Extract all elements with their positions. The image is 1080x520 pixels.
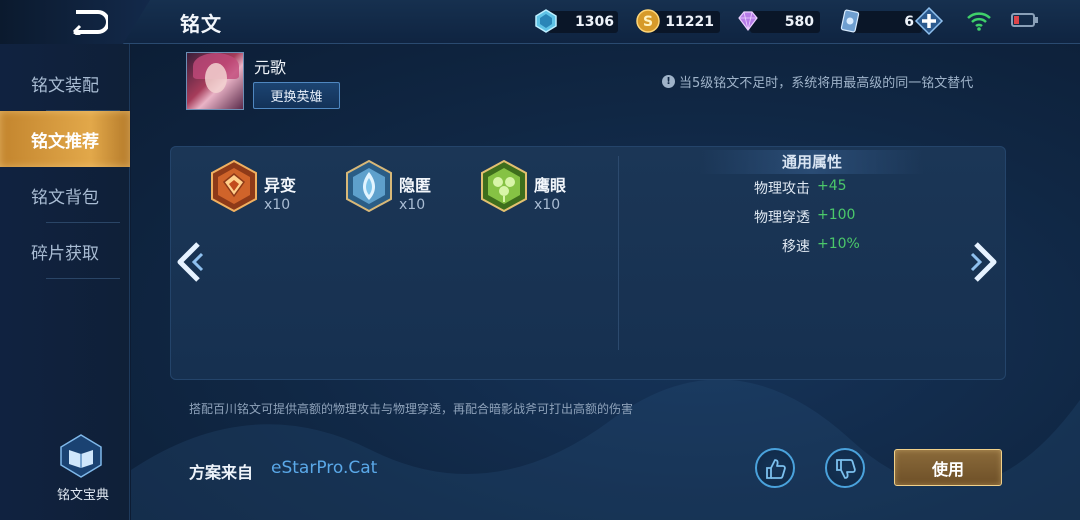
notice-text: 当5级铭文不足时，系统将用最高级的同一铭文替代 <box>679 76 974 91</box>
attribute-label: 移速 <box>782 239 810 255</box>
info-icon: ! <box>662 75 675 88</box>
wifi-icon <box>967 12 991 31</box>
rune-name: 鹰眼 <box>534 176 567 195</box>
hero-name: 元歌 <box>254 58 287 77</box>
rune-codex-label: 铭文宝典 <box>56 488 109 503</box>
attribute-value: +10% <box>817 236 860 252</box>
attribute-label: 物理攻击 <box>754 181 810 197</box>
attribute-row: 移速 +10% <box>700 236 920 258</box>
book-icon <box>60 434 102 478</box>
thumbs-down-icon <box>836 459 856 479</box>
source-value[interactable]: eStarPro.Cat <box>271 458 377 478</box>
thumbs-up-icon <box>766 459 786 479</box>
ticket-counter: 6 <box>838 7 922 35</box>
attribute-label: 物理穿透 <box>754 210 810 226</box>
rune-green-icon <box>481 160 527 212</box>
rune-red-icon <box>211 160 257 212</box>
sidebar-item-rune-bag[interactable]: 铭文背包 <box>0 167 130 223</box>
rune-item[interactable]: 异变 x10 <box>210 160 330 220</box>
rune-codex-button[interactable]: 铭文宝典 <box>44 432 132 512</box>
like-button[interactable] <box>755 448 795 488</box>
gold-value: 11221 <box>665 14 714 30</box>
crystal-value: 1306 <box>575 14 614 30</box>
hero-avatar[interactable] <box>186 52 244 110</box>
next-arrow-icon[interactable] <box>970 240 1000 284</box>
rune-blue-icon <box>346 160 392 212</box>
rune-description: 搭配百川铭文可提供高额的物理攻击与物理穿透，再配合暗影战斧可打出高额的伤害 <box>189 402 634 416</box>
ticket-value: 6 <box>904 14 914 30</box>
rune-count: x10 <box>264 197 291 213</box>
back-arrow-icon <box>72 10 108 35</box>
attribute-row: 物理攻击 +45 <box>700 178 920 200</box>
attributes-title: 通用属性 <box>700 150 924 174</box>
sidebar-item-label: 碎片获取 <box>31 243 99 264</box>
sidebar-item-label: 铭文装配 <box>31 75 99 96</box>
svg-text:S: S <box>643 14 653 30</box>
add-currency-button[interactable] <box>914 6 944 36</box>
panel-divider <box>618 156 619 350</box>
rune-name: 隐匿 <box>399 176 432 195</box>
sidebar-item-label: 铭文背包 <box>31 187 99 208</box>
plus-icon <box>914 6 944 36</box>
diamond-value: 580 <box>784 14 814 30</box>
battery-icon <box>1011 13 1038 27</box>
gold-counter: S 11221 <box>636 7 720 35</box>
diamond-counter: 580 <box>736 7 820 35</box>
attribute-value: +100 <box>817 207 856 223</box>
rune-count: x10 <box>534 197 561 213</box>
prev-arrow-icon[interactable] <box>174 240 204 284</box>
crystal-counter: 1306 <box>534 7 618 35</box>
sidebar-item-rune-recommend[interactable]: 铭文推荐 <box>0 111 130 167</box>
rune-item[interactable]: 隐匿 x10 <box>345 160 465 220</box>
attribute-row: 物理穿透 +100 <box>700 207 920 229</box>
change-hero-button[interactable]: 更换英雄 <box>253 82 340 109</box>
gold-coin-icon: S <box>636 9 660 33</box>
ticket-icon <box>840 9 860 33</box>
rune-name: 异变 <box>264 176 297 195</box>
attribute-value: +45 <box>817 178 847 194</box>
notice: ! 当5级铭文不足时，系统将用最高级的同一铭文替代 <box>662 72 973 91</box>
dislike-button[interactable] <box>825 448 865 488</box>
use-button[interactable]: 使用 <box>894 449 1002 486</box>
page-title: 铭文 <box>180 12 222 36</box>
source-label: 方案来自 <box>189 463 254 482</box>
diamond-icon <box>738 11 758 31</box>
sidebar-item-rune-setup[interactable]: 铭文装配 <box>0 55 130 111</box>
sidebar-item-fragments[interactable]: 碎片获取 <box>0 223 130 279</box>
rune-item[interactable]: 鹰眼 x10 <box>480 160 600 220</box>
sidebar-item-label: 铭文推荐 <box>31 131 99 152</box>
crystal-icon <box>535 9 557 33</box>
rune-count: x10 <box>399 197 426 213</box>
